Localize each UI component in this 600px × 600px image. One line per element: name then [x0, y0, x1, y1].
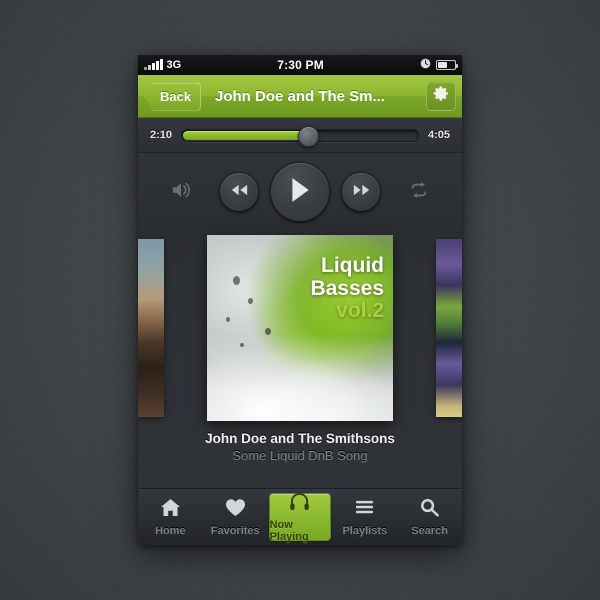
settings-button[interactable] [426, 81, 456, 111]
repeat-button[interactable] [403, 176, 435, 208]
status-bar-clock: 7:30 PM [277, 58, 324, 72]
track-title: Some Liquid DnB Song [232, 448, 368, 463]
search-icon [419, 498, 440, 522]
album-art-line2: Basses [310, 276, 384, 300]
carrier-label: 3G [166, 59, 182, 71]
back-button[interactable]: Back [144, 81, 202, 111]
total-time-label: 4:05 [427, 129, 450, 141]
seek-thumb[interactable] [297, 125, 319, 147]
seek-bar-row: 2:10 4:05 [138, 118, 462, 153]
track-info: John Doe and The Smithsons Some Liquid D… [138, 427, 462, 477]
album-art-volume: vol.2 [336, 299, 384, 323]
tab-now-playing[interactable]: Now Playing [268, 492, 332, 543]
clock-icon [420, 58, 431, 72]
phone-screen: 3G 7:30 PM Back John Doe and The Sm... 2… [138, 55, 462, 545]
play-icon [288, 177, 312, 208]
album-art-droplet [264, 328, 271, 335]
status-bar-left: 3G [144, 59, 181, 71]
play-button[interactable] [271, 163, 329, 221]
tab-favorites-label: Favorites [210, 524, 260, 537]
tab-home-label: Home [155, 524, 186, 537]
previous-album-thumbnail[interactable] [138, 239, 164, 417]
tab-playlists[interactable]: Playlists [334, 493, 395, 541]
repeat-icon [408, 180, 430, 205]
album-art-line1: Liquid [321, 254, 384, 277]
previous-album-art [138, 239, 164, 417]
tab-search-label: Search [411, 524, 448, 537]
tab-now-playing-label: Now Playing [269, 518, 309, 543]
elapsed-time-label: 2:10 [150, 129, 173, 141]
album-art[interactable]: Liquid Basses vol.2 [207, 235, 393, 421]
heart-icon [225, 498, 246, 522]
rewind-icon [231, 183, 248, 201]
volume-icon [170, 180, 192, 205]
playback-controls [138, 153, 462, 231]
volume-button[interactable] [165, 176, 197, 208]
artwork-carousel: Liquid Basses vol.2 [138, 231, 462, 427]
next-button[interactable] [342, 173, 380, 211]
album-art-droplet [225, 316, 230, 322]
previous-button[interactable] [220, 173, 258, 211]
track-artist: John Doe and The Smithsons [205, 431, 395, 446]
gear-icon [433, 85, 450, 107]
tab-playlists-label: Playlists [342, 524, 388, 537]
tab-home[interactable]: Home [140, 493, 201, 541]
tab-bar: Home Favorites Now Playing Playlists Sea… [138, 488, 462, 545]
album-art-splash [207, 335, 393, 421]
home-icon [160, 498, 181, 522]
headphones-icon [289, 492, 310, 516]
album-art-title: Liquid Basses vol.2 [310, 254, 384, 323]
status-bar: 3G 7:30 PM [138, 55, 462, 75]
status-bar-right [420, 58, 458, 72]
next-album-thumbnail[interactable] [436, 239, 462, 417]
signal-bars-icon [144, 59, 163, 70]
tab-search[interactable]: Search [399, 493, 460, 541]
nav-bar: Back John Doe and The Sm... [138, 75, 462, 118]
battery-icon [436, 60, 458, 70]
back-button-label: Back [160, 88, 192, 104]
seek-progress-fill [183, 130, 307, 140]
album-art-droplet [233, 275, 241, 285]
list-icon [354, 498, 375, 522]
next-album-art [436, 239, 462, 417]
fast-forward-icon [353, 183, 370, 201]
seek-slider[interactable] [181, 125, 419, 147]
tab-favorites[interactable]: Favorites [205, 493, 266, 541]
